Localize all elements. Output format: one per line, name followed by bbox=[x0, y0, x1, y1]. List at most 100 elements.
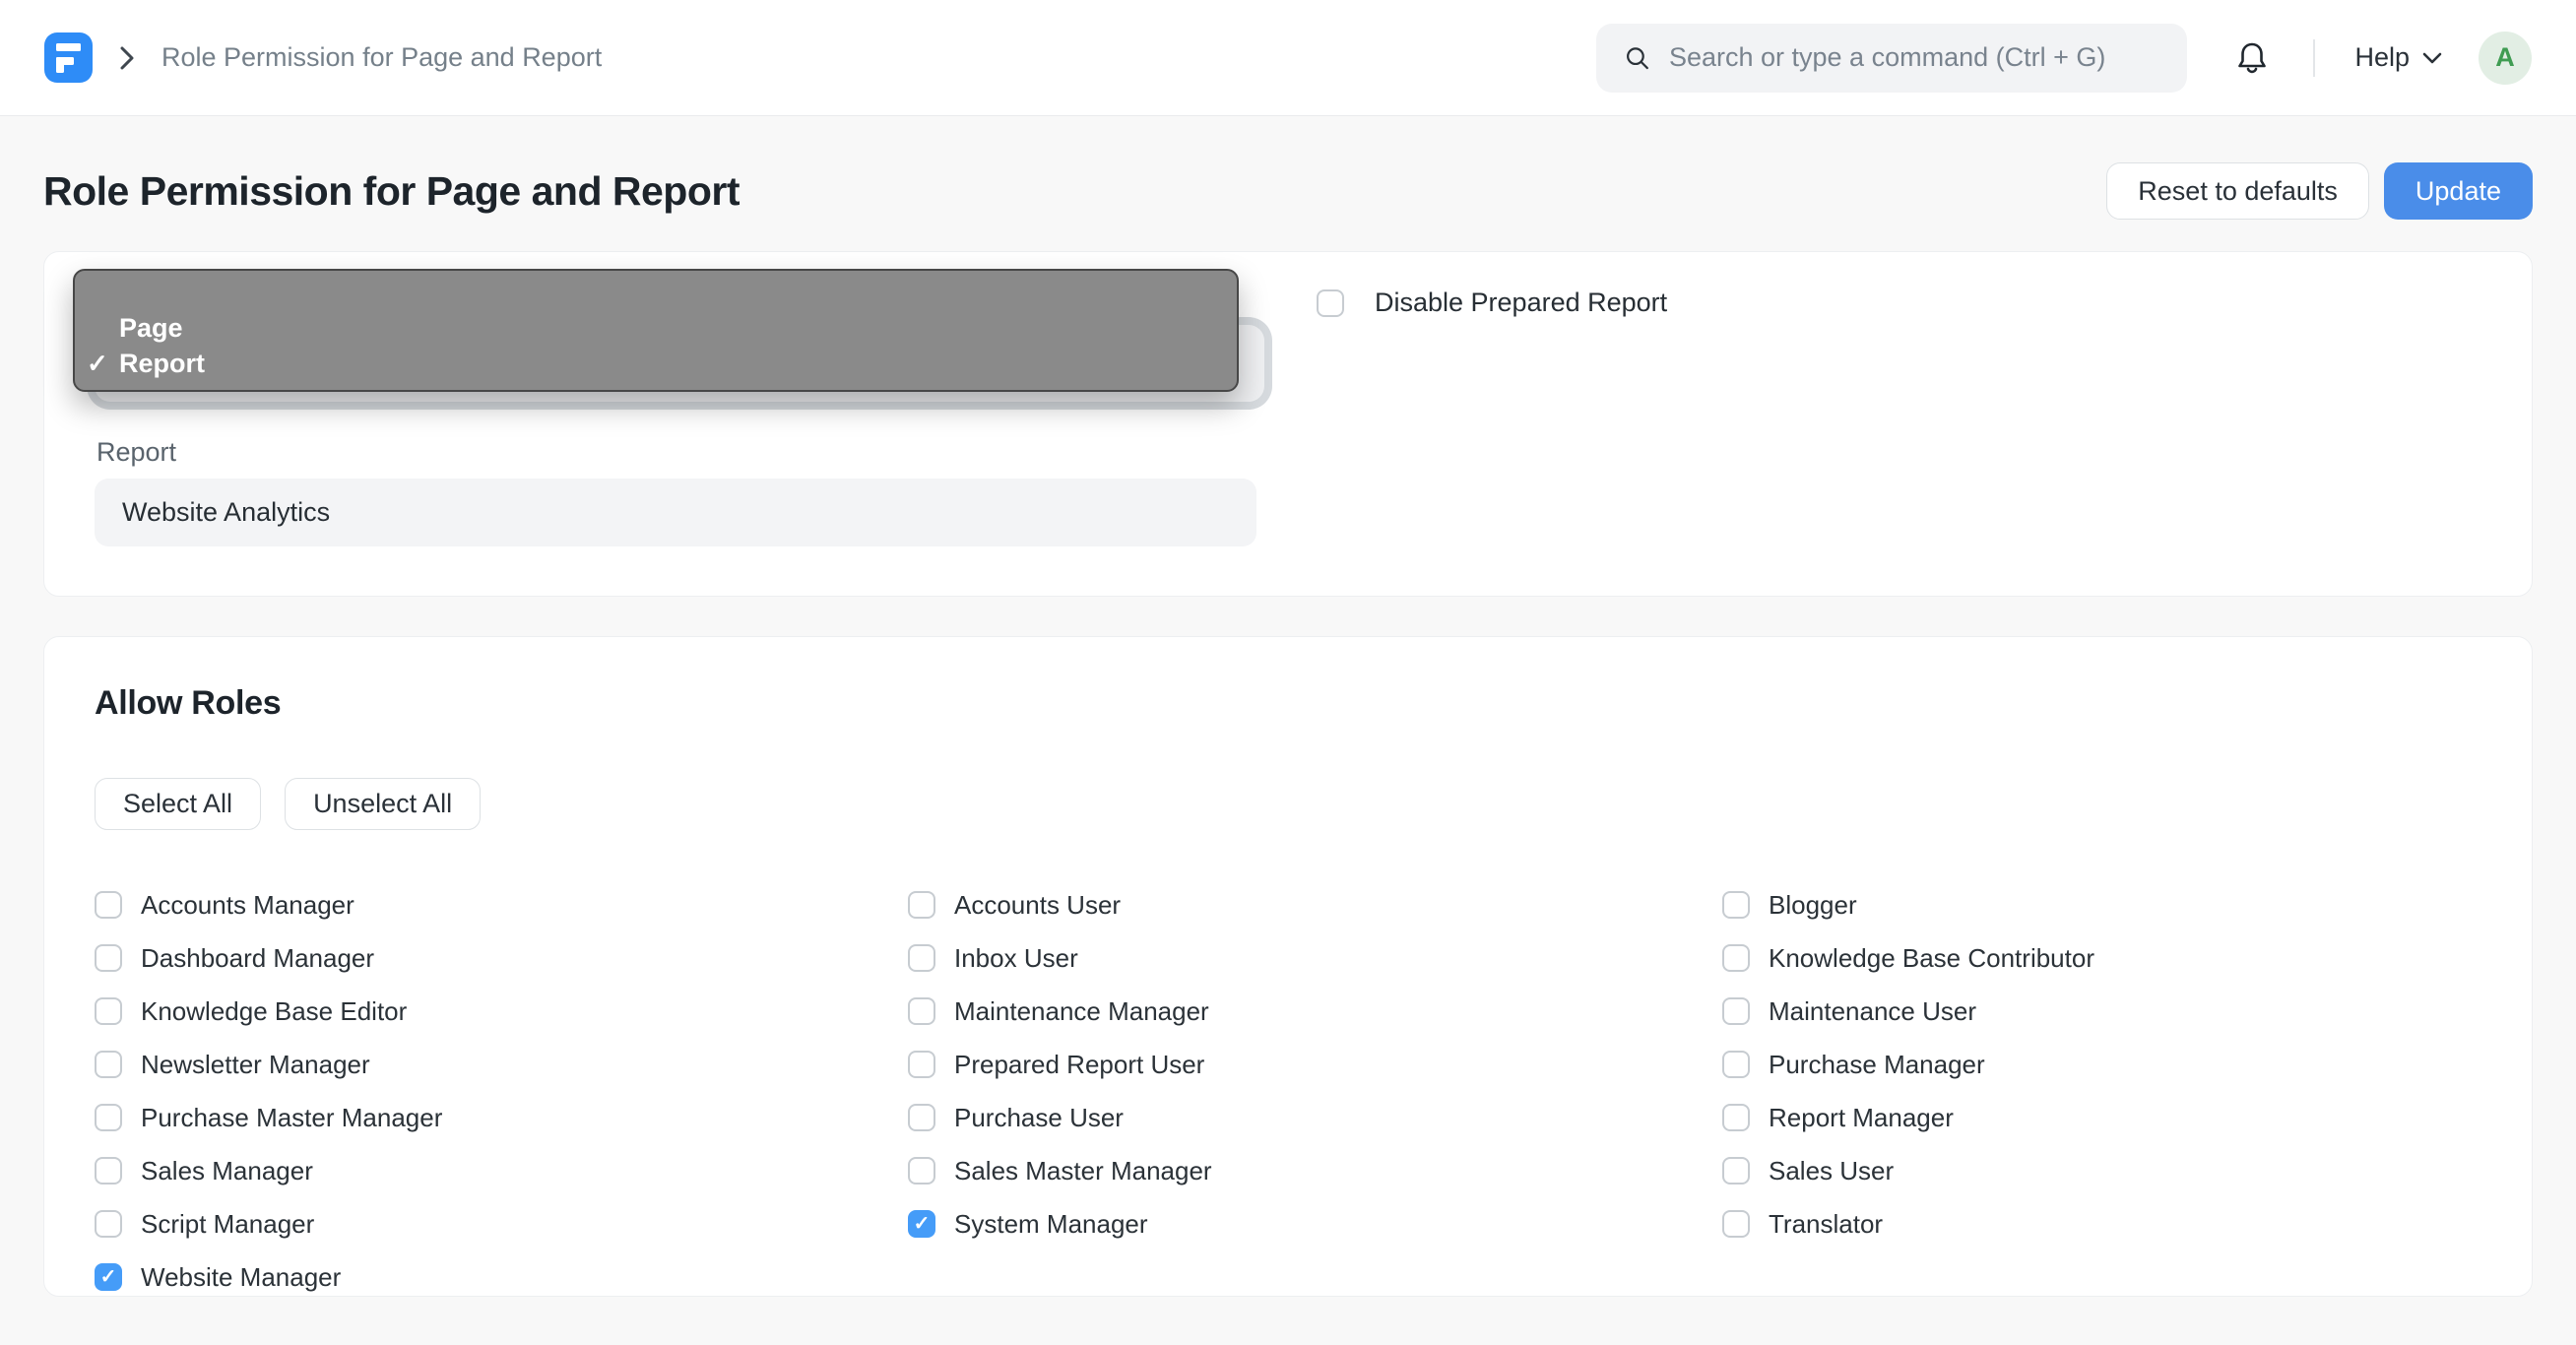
role-item: Blogger bbox=[1722, 878, 2481, 931]
role-label: Script Manager bbox=[141, 1209, 314, 1240]
role-checkbox-accounts-user[interactable] bbox=[908, 891, 935, 919]
disable-prepared-report-label: Disable Prepared Report bbox=[1375, 288, 1667, 318]
navbar-right: Help A bbox=[1596, 24, 2532, 93]
page-actions: Reset to defaults Update bbox=[2106, 162, 2533, 220]
role-label: Knowledge Base Editor bbox=[141, 996, 407, 1027]
select-all-button[interactable]: Select All bbox=[95, 778, 261, 830]
global-search[interactable] bbox=[1596, 24, 2187, 93]
role-label: Sales User bbox=[1769, 1156, 1894, 1186]
role-checkbox-prepared-report-user[interactable] bbox=[908, 1051, 935, 1078]
role-label: Blogger bbox=[1769, 890, 1857, 921]
role-checkbox-purchase-master-manager[interactable] bbox=[95, 1104, 122, 1131]
disable-prepared-report-field: Disable Prepared Report bbox=[1317, 288, 1667, 318]
role-checkbox-sales-user[interactable] bbox=[1722, 1157, 1750, 1185]
role-item: Translator bbox=[1722, 1197, 2481, 1250]
role-label: Prepared Report User bbox=[954, 1050, 1204, 1080]
role-checkbox-maintenance-manager[interactable] bbox=[908, 997, 935, 1025]
role-label: Purchase Manager bbox=[1769, 1050, 1985, 1080]
navbar: Role Permission for Page and Report Help bbox=[0, 0, 2576, 116]
dropdown-option-label: Report bbox=[119, 349, 205, 379]
report-input[interactable] bbox=[95, 479, 1256, 546]
search-input[interactable] bbox=[1669, 42, 2160, 73]
role-item: Inbox User bbox=[908, 931, 1722, 985]
role-label: Accounts Manager bbox=[141, 890, 354, 921]
role-item: Dashboard Manager bbox=[95, 931, 908, 985]
role-label: Purchase Master Manager bbox=[141, 1103, 442, 1133]
role-label: Report Manager bbox=[1769, 1103, 1954, 1133]
role-label: Accounts User bbox=[954, 890, 1121, 921]
allow-roles-heading: Allow Roles bbox=[95, 684, 2481, 723]
role-checkbox-inbox-user[interactable] bbox=[908, 944, 935, 972]
role-item: Maintenance Manager bbox=[908, 985, 1722, 1038]
role-checkbox-purchase-user[interactable] bbox=[908, 1104, 935, 1131]
selected-check-icon: ✓ bbox=[87, 349, 119, 379]
main-content: Role Permission for Page and Report Rese… bbox=[0, 162, 2576, 1297]
role-checkbox-accounts-manager[interactable] bbox=[95, 891, 122, 919]
role-item: Accounts Manager bbox=[95, 878, 908, 931]
doctype-dropdown-options: Page✓Report bbox=[75, 310, 1237, 381]
role-item: Script Manager bbox=[95, 1197, 908, 1250]
role-item: Newsletter Manager bbox=[95, 1038, 908, 1091]
role-checkbox-knowledge-base-contributor[interactable] bbox=[1722, 944, 1750, 972]
role-label: Newsletter Manager bbox=[141, 1050, 370, 1080]
role-checkbox-dashboard-manager[interactable] bbox=[95, 944, 122, 972]
dropdown-option-report[interactable]: ✓Report bbox=[75, 346, 1237, 381]
role-checkbox-sales-manager[interactable] bbox=[95, 1157, 122, 1185]
breadcrumb[interactable]: Role Permission for Page and Report bbox=[161, 42, 602, 73]
role-item: Sales User bbox=[1722, 1144, 2481, 1197]
role-item: Report Manager bbox=[1722, 1091, 2481, 1144]
role-item: Knowledge Base Contributor bbox=[1722, 931, 2481, 985]
role-label: Maintenance Manager bbox=[954, 996, 1209, 1027]
navbar-left: Role Permission for Page and Report bbox=[44, 32, 602, 83]
notifications-button[interactable] bbox=[2234, 39, 2270, 77]
user-avatar[interactable]: A bbox=[2479, 32, 2532, 85]
role-item: System Manager bbox=[908, 1197, 1722, 1250]
role-item: Prepared Report User bbox=[908, 1038, 1722, 1091]
filters-card: Page✓Report Report Disable Prepared Repo… bbox=[43, 251, 2533, 597]
chevron-down-icon bbox=[2421, 51, 2443, 65]
page-title: Role Permission for Page and Report bbox=[43, 168, 740, 215]
role-checkbox-script-manager[interactable] bbox=[95, 1210, 122, 1238]
app-root: Role Permission for Page and Report Help bbox=[0, 0, 2576, 1297]
role-label: Knowledge Base Contributor bbox=[1769, 943, 2094, 974]
role-label: Sales Manager bbox=[141, 1156, 313, 1186]
avatar-letter: A bbox=[2495, 42, 2515, 73]
page-header-row: Role Permission for Page and Report Rese… bbox=[43, 162, 2533, 220]
reset-to-defaults-button[interactable]: Reset to defaults bbox=[2106, 162, 2369, 220]
role-item: Purchase User bbox=[908, 1091, 1722, 1144]
role-item: Website Manager bbox=[95, 1250, 908, 1304]
dropdown-option-page[interactable]: Page bbox=[75, 310, 1237, 346]
role-item: Purchase Manager bbox=[1722, 1038, 2481, 1091]
role-checkbox-newsletter-manager[interactable] bbox=[95, 1051, 122, 1078]
role-label: System Manager bbox=[954, 1209, 1148, 1240]
role-checkbox-report-manager[interactable] bbox=[1722, 1104, 1750, 1131]
help-label: Help bbox=[2354, 42, 2410, 73]
role-item: Maintenance User bbox=[1722, 985, 2481, 1038]
role-checkbox-purchase-manager[interactable] bbox=[1722, 1051, 1750, 1078]
help-menu[interactable]: Help bbox=[2354, 42, 2443, 73]
breadcrumb-chevron-icon bbox=[118, 44, 136, 72]
allow-roles-card: Allow Roles Select All Unselect All Acco… bbox=[43, 636, 2533, 1297]
role-label: Translator bbox=[1769, 1209, 1883, 1240]
role-item: Accounts User bbox=[908, 878, 1722, 931]
unselect-all-button[interactable]: Unselect All bbox=[285, 778, 481, 830]
frappe-logo-icon bbox=[44, 32, 93, 83]
role-checkbox-website-manager[interactable] bbox=[95, 1263, 122, 1291]
report-field-label: Report bbox=[97, 437, 176, 468]
app-logo[interactable] bbox=[44, 32, 93, 83]
roles-actions: Select All Unselect All bbox=[95, 778, 2481, 830]
role-checkbox-system-manager[interactable] bbox=[908, 1210, 935, 1238]
navbar-divider bbox=[2313, 39, 2315, 77]
role-checkbox-blogger[interactable] bbox=[1722, 891, 1750, 919]
role-label: Purchase User bbox=[954, 1103, 1124, 1133]
roles-grid: Accounts Manager Accounts User Blogger Dash… bbox=[95, 878, 2481, 1304]
role-checkbox-translator[interactable] bbox=[1722, 1210, 1750, 1238]
role-checkbox-knowledge-base-editor[interactable] bbox=[95, 997, 122, 1025]
update-button[interactable]: Update bbox=[2384, 162, 2533, 220]
role-label: Website Manager bbox=[141, 1262, 341, 1293]
role-checkbox-sales-master-manager[interactable] bbox=[908, 1157, 935, 1185]
dropdown-option-label: Page bbox=[119, 313, 183, 344]
disable-prepared-report-checkbox[interactable] bbox=[1317, 289, 1344, 317]
role-checkbox-maintenance-user[interactable] bbox=[1722, 997, 1750, 1025]
role-label: Sales Master Manager bbox=[954, 1156, 1212, 1186]
